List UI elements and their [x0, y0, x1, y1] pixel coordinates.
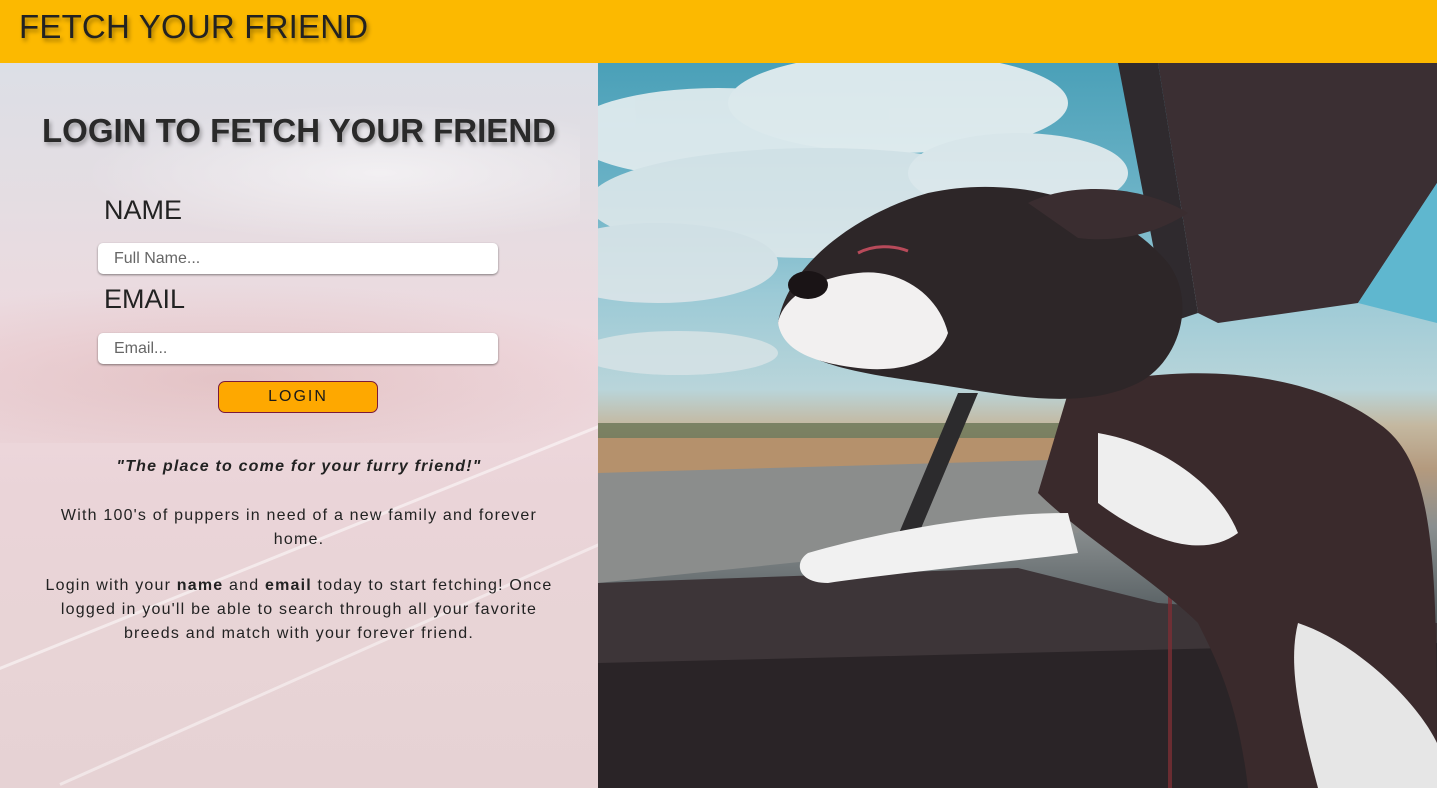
- login-button[interactable]: LOGIN: [218, 381, 378, 413]
- instructions-text: Login with your: [45, 577, 177, 594]
- instructions-name-emphasis: name: [176, 577, 224, 594]
- dog-in-car-window-photo-icon: [598, 63, 1437, 788]
- tagline: "The place to come for your furry friend…: [116, 458, 482, 475]
- name-input[interactable]: [98, 243, 498, 274]
- hero-photo: [598, 63, 1437, 788]
- top-bar: FETCH YOUR FRIEND: [0, 0, 1437, 63]
- instructions-text: and: [223, 577, 265, 594]
- email-input[interactable]: [98, 333, 498, 364]
- login-panel: LOGIN TO FETCH YOUR FRIEND NAME EMAIL LO…: [0, 63, 598, 788]
- name-label: NAME: [104, 195, 183, 225]
- email-label: EMAIL: [104, 284, 186, 314]
- intro-paragraph: With 100's of puppers in need of a new f…: [60, 507, 538, 548]
- login-heading: LOGIN TO FETCH YOUR FRIEND: [42, 112, 556, 149]
- instructions-paragraph: Login with your name and email today to …: [44, 574, 554, 646]
- instructions-email-emphasis: email: [264, 577, 312, 594]
- site-title: FETCH YOUR FRIEND: [19, 8, 369, 45]
